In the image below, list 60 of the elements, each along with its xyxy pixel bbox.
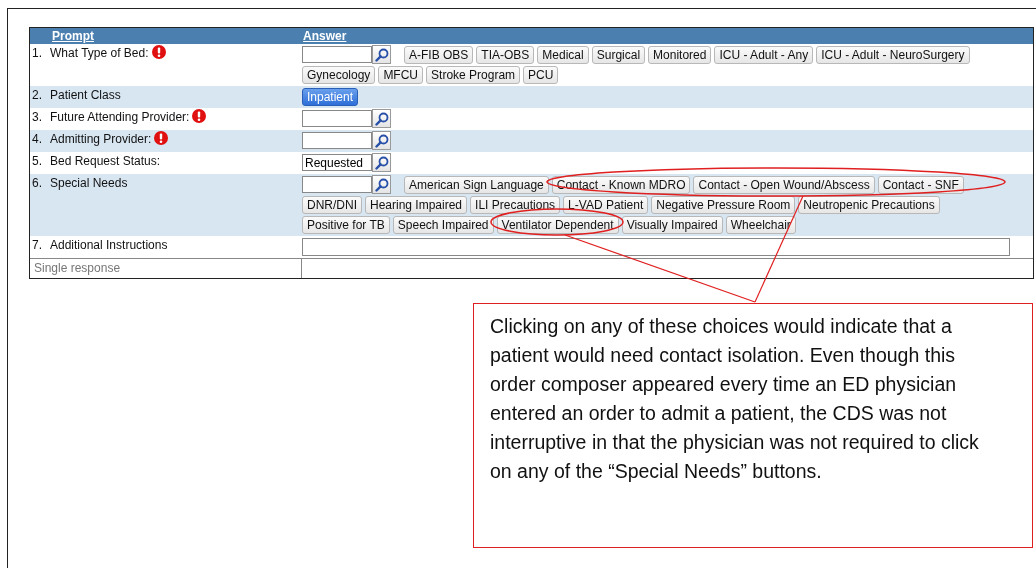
choice-button[interactable]: Neutropenic Precautions	[798, 196, 940, 214]
search-icon	[374, 155, 389, 170]
choice-button[interactable]: Medical	[537, 46, 589, 64]
choice-button[interactable]: Contact - SNF	[877, 176, 964, 194]
row-number: 5.	[31, 154, 43, 170]
choice-button[interactable]: TIA-OBS	[476, 46, 535, 64]
choice-button[interactable]: Stroke Program	[426, 66, 521, 84]
choice-button[interactable]: Negative Pressure Room	[651, 196, 796, 214]
prompt-label: Special Needs	[50, 176, 128, 190]
choice-button[interactable]: Monitored	[648, 46, 712, 64]
row-number: 1.	[31, 46, 43, 62]
choice-button[interactable]: American Sign Language	[404, 176, 549, 194]
search-button[interactable]	[372, 175, 391, 194]
choice-button[interactable]: ILI Precautions	[470, 196, 561, 214]
choice-button[interactable]: Gynecology	[302, 66, 376, 84]
choice-button[interactable]: ICU - Adult - Any	[714, 46, 814, 64]
lookup-field[interactable]	[302, 110, 372, 127]
search-button[interactable]	[372, 131, 391, 150]
column-header: Prompt	[51, 29, 95, 43]
prompt-label: Admitting Provider:	[50, 132, 152, 146]
choice-button[interactable]: Contact - Open Wound/Abscess	[693, 176, 875, 194]
choice-button[interactable]: MFCU	[378, 66, 424, 84]
row-number: 7.	[31, 238, 43, 254]
prompt-label: Additional Instructions	[50, 238, 168, 252]
lookup-field[interactable]: Requested	[302, 154, 372, 171]
search-button[interactable]	[372, 45, 391, 64]
choice-button[interactable]: Inpatient	[302, 88, 359, 106]
prompt-label: Future Attending Provider:	[50, 110, 190, 124]
choice-button[interactable]: PCU	[523, 66, 559, 84]
choice-button[interactable]: Hearing Impaired	[365, 196, 468, 214]
choice-button[interactable]: ICU - Adult - NeuroSurgery	[816, 46, 970, 64]
choice-button[interactable]: Visually Impaired	[621, 216, 723, 234]
search-icon	[374, 133, 389, 148]
search-icon	[374, 177, 389, 192]
prompt-label: Bed Request Status:	[50, 154, 161, 168]
choice-button[interactable]: DNR/DNI	[302, 196, 362, 214]
choice-button[interactable]: A-FIB OBS	[404, 46, 474, 64]
column-header: Answer	[302, 29, 348, 43]
choice-button[interactable]: Ventilator Dependent	[496, 216, 619, 234]
lookup-field[interactable]	[302, 132, 372, 149]
search-icon	[374, 47, 389, 62]
row-number: 3.	[31, 110, 43, 126]
search-icon	[374, 111, 389, 126]
choice-button[interactable]: Surgical	[591, 46, 646, 64]
choice-button[interactable]: L-VAD Patient	[563, 196, 649, 214]
row-number: 2.	[31, 88, 43, 104]
input-field[interactable]	[302, 238, 1010, 256]
choice-button[interactable]: Speech Impaired	[392, 216, 494, 234]
choice-button[interactable]: Positive for TB	[302, 216, 390, 234]
choice-button[interactable]: Contact - Known MDRO	[551, 176, 691, 194]
row-number: 6.	[31, 176, 43, 192]
prompt-label: Patient Class	[50, 88, 121, 102]
row-number: 4.	[31, 132, 43, 148]
callout-text: Clicking on any of these choices would indicate that a patient would need contact isolation. Even though this order composer appeared every time an ED physician entered an order to admit a patient, the CDS was not interruptive in that the physician was not required to click on any of the “Special Needs” buttons.	[473, 303, 1033, 548]
search-button[interactable]	[372, 109, 391, 128]
search-button[interactable]	[372, 153, 391, 172]
footer-label: Single response	[30, 259, 302, 278]
lookup-field[interactable]	[302, 46, 372, 63]
prompt-label: What Type of Bed:	[50, 46, 149, 60]
lookup-field[interactable]	[302, 176, 372, 193]
